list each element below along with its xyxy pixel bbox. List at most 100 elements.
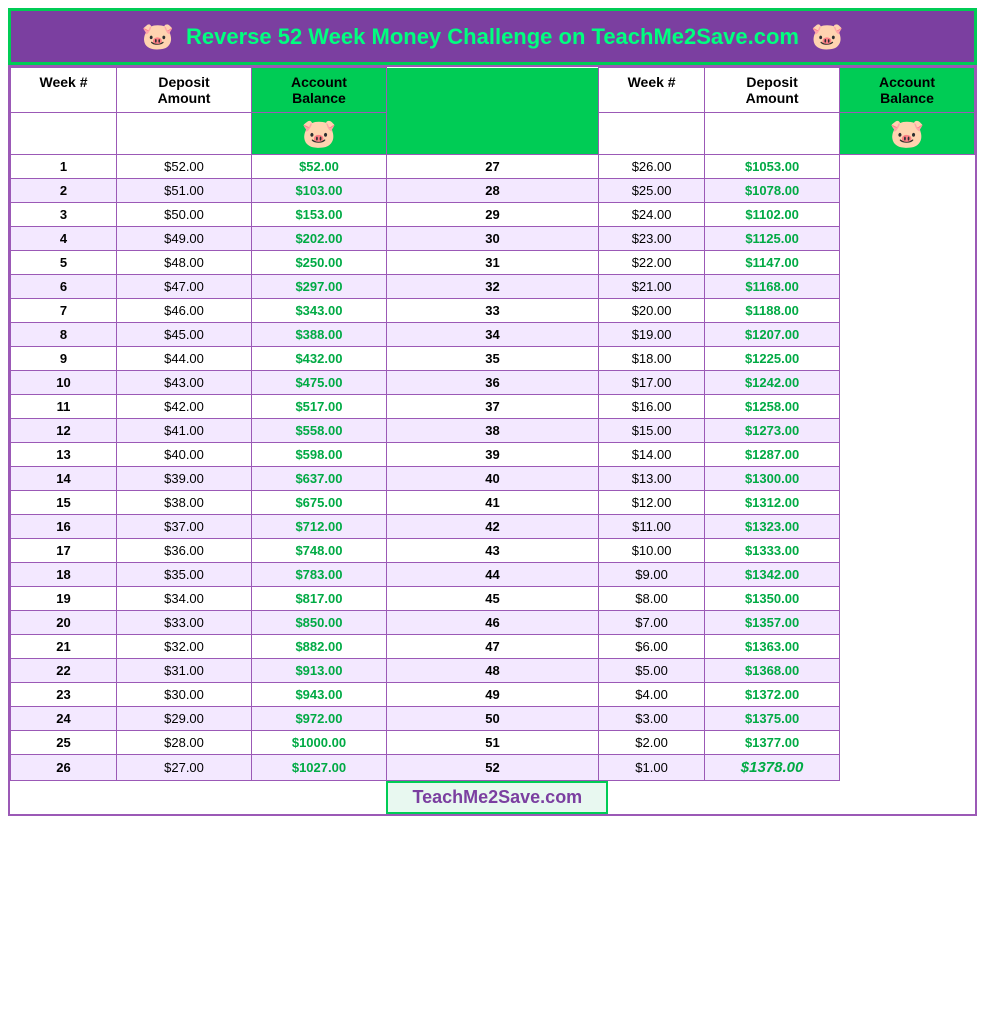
balance-right: $1368.00	[705, 659, 840, 683]
balance-left: $517.00	[251, 395, 386, 419]
challenge-table: Week # DepositAmount AccountBalance Week…	[10, 67, 975, 814]
deposit-left: $45.00	[117, 323, 252, 347]
col-week-right: Week #	[599, 68, 705, 113]
week-num-left: 14	[11, 467, 117, 491]
balance-right: $1287.00	[705, 443, 840, 467]
deposit-left: $38.00	[117, 491, 252, 515]
week-num-left: 12	[11, 419, 117, 443]
pig-icon-balance-right: 🐷	[840, 113, 975, 155]
page-wrapper: 🐷 Reverse 52 Week Money Challenge on Tea…	[0, 0, 985, 824]
balance-left: $972.00	[251, 707, 386, 731]
footer-brand: TeachMe2Save.com	[386, 781, 608, 814]
balance-left: $748.00	[251, 539, 386, 563]
deposit-right: $16.00	[599, 395, 705, 419]
deposit-left: $31.00	[117, 659, 252, 683]
deposit-right: $25.00	[599, 179, 705, 203]
balance-left: $598.00	[251, 443, 386, 467]
week-num-left: 3	[11, 203, 117, 227]
week-num-right: 38	[386, 419, 598, 443]
col-balance-right: AccountBalance	[840, 68, 975, 113]
balance-right: $1102.00	[705, 203, 840, 227]
balance-right: $1225.00	[705, 347, 840, 371]
week-num-left: 1	[11, 155, 117, 179]
balance-right: $1312.00	[705, 491, 840, 515]
deposit-right: $12.00	[599, 491, 705, 515]
week-num-left: 4	[11, 227, 117, 251]
table-row: 21$32.00$882.0047$6.00$1363.00	[11, 635, 975, 659]
week-num-right: 42	[386, 515, 598, 539]
week-num-right: 40	[386, 467, 598, 491]
balance-left: $817.00	[251, 587, 386, 611]
deposit-left: $30.00	[117, 683, 252, 707]
deposit-right: $20.00	[599, 299, 705, 323]
week-num-right: 27	[386, 155, 598, 179]
balance-left: $153.00	[251, 203, 386, 227]
week-num-left: 23	[11, 683, 117, 707]
week-num-left: 8	[11, 323, 117, 347]
header-empty-2	[117, 113, 252, 155]
balance-left: $297.00	[251, 275, 386, 299]
week-num-right: 45	[386, 587, 598, 611]
balance-right: $1363.00	[705, 635, 840, 659]
table-row: 7$46.00$343.0033$20.00$1188.00	[11, 299, 975, 323]
deposit-right: $22.00	[599, 251, 705, 275]
week-num-left: 24	[11, 707, 117, 731]
deposit-left: $41.00	[117, 419, 252, 443]
deposit-left: $47.00	[117, 275, 252, 299]
table-row: 9$44.00$432.0035$18.00$1225.00	[11, 347, 975, 371]
balance-right: $1350.00	[705, 587, 840, 611]
balance-right: $1242.00	[705, 371, 840, 395]
table-row: 2$51.00$103.0028$25.00$1078.00	[11, 179, 975, 203]
balance-right: $1300.00	[705, 467, 840, 491]
table-row: 13$40.00$598.0039$14.00$1287.00	[11, 443, 975, 467]
table-row: 4$49.00$202.0030$23.00$1125.00	[11, 227, 975, 251]
table-row: 10$43.00$475.0036$17.00$1242.00	[11, 371, 975, 395]
table-row: 17$36.00$748.0043$10.00$1333.00	[11, 539, 975, 563]
footer-cell-right: TeachMe2Save.com	[386, 781, 839, 815]
deposit-left: $33.00	[117, 611, 252, 635]
header-row-text: Week # DepositAmount AccountBalance Week…	[11, 68, 975, 113]
balance-right: $1258.00	[705, 395, 840, 419]
table-row: 18$35.00$783.0044$9.00$1342.00	[11, 563, 975, 587]
week-num-right: 46	[386, 611, 598, 635]
balance-left: $913.00	[251, 659, 386, 683]
table-row: 14$39.00$637.0040$13.00$1300.00	[11, 467, 975, 491]
week-num-right: 31	[386, 251, 598, 275]
week-num-right: 28	[386, 179, 598, 203]
deposit-right: $19.00	[599, 323, 705, 347]
week-num-right: 51	[386, 731, 598, 755]
deposit-right: $3.00	[599, 707, 705, 731]
week-num-left: 7	[11, 299, 117, 323]
week-num-left: 19	[11, 587, 117, 611]
week-num-left: 17	[11, 539, 117, 563]
deposit-left: $43.00	[117, 371, 252, 395]
deposit-right: $14.00	[599, 443, 705, 467]
deposit-left: $32.00	[117, 635, 252, 659]
deposit-left: $39.00	[117, 467, 252, 491]
deposit-left: $29.00	[117, 707, 252, 731]
table-row: 5$48.00$250.0031$22.00$1147.00	[11, 251, 975, 275]
balance-left: $103.00	[251, 179, 386, 203]
col-deposit-left: DepositAmount	[117, 68, 252, 113]
week-num-right: 52	[386, 755, 598, 781]
week-num-left: 20	[11, 611, 117, 635]
week-num-right: 37	[386, 395, 598, 419]
deposit-right: $4.00	[599, 683, 705, 707]
week-num-right: 44	[386, 563, 598, 587]
deposit-left: $36.00	[117, 539, 252, 563]
page-title: Reverse 52 Week Money Challenge on Teach…	[186, 24, 799, 50]
deposit-left: $44.00	[117, 347, 252, 371]
header-empty-1	[11, 113, 117, 155]
table-row: 23$30.00$943.0049$4.00$1372.00	[11, 683, 975, 707]
week-num-left: 6	[11, 275, 117, 299]
deposit-right: $7.00	[599, 611, 705, 635]
footer-row: TeachMe2Save.com	[11, 781, 975, 815]
pig-icon-right: 🐷	[811, 21, 843, 52]
deposit-right: $18.00	[599, 347, 705, 371]
table-row: 20$33.00$850.0046$7.00$1357.00	[11, 611, 975, 635]
week-num-right: 39	[386, 443, 598, 467]
week-num-left: 25	[11, 731, 117, 755]
balance-left: $250.00	[251, 251, 386, 275]
balance-left: $675.00	[251, 491, 386, 515]
week-num-left: 26	[11, 755, 117, 781]
